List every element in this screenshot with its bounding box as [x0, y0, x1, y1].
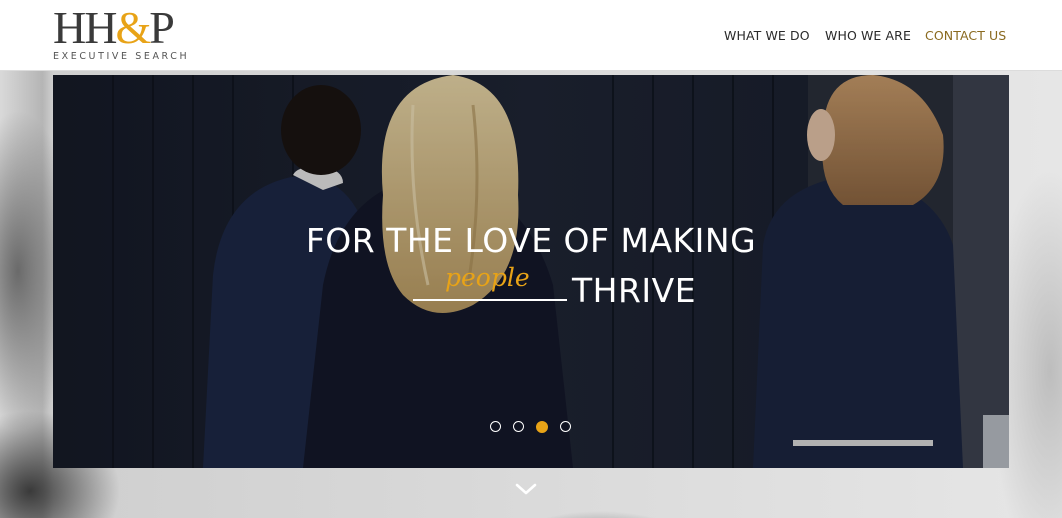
site-header: HH&P EXECUTIVE SEARCH WHAT WE DO WHO WE … [0, 0, 1062, 71]
nav-item-contact-us[interactable]: CONTACT US [925, 28, 1006, 43]
hero-slider: FOR THE LOVE OF MAKING people THRIVE [53, 75, 1009, 468]
hero-headline: FOR THE LOVE OF MAKING [305, 221, 757, 260]
slider-dots [490, 420, 590, 435]
nav-item-what-we-do[interactable]: WHAT WE DO [724, 28, 810, 43]
hero-handwritten-word: people [445, 263, 530, 292]
slide-dot-4[interactable] [560, 421, 571, 432]
hero-subline: people THRIVE [53, 263, 1009, 311]
main-nav: WHAT WE DO WHO WE ARE CONTACT US [0, 28, 1062, 44]
slide-dot-1[interactable] [490, 421, 501, 432]
chevron-down-icon[interactable] [511, 478, 541, 500]
hero-thrive: THRIVE [572, 271, 697, 310]
slide-dot-2[interactable] [513, 421, 524, 432]
underline-blank [413, 299, 567, 301]
slide-dot-3[interactable] [536, 420, 548, 433]
logo-tagline: EXECUTIVE SEARCH [53, 51, 190, 62]
nav-item-who-we-are[interactable]: WHO WE ARE [825, 28, 911, 43]
hero-caption: FOR THE LOVE OF MAKING people THRIVE [53, 75, 1009, 468]
